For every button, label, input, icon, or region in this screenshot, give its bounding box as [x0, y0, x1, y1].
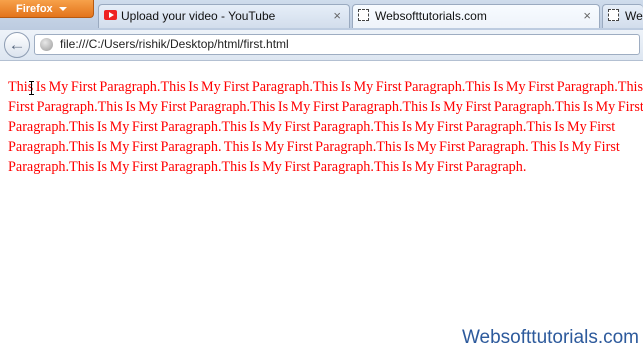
tab-websofttutorials[interactable]: Websofttutorials.com ×	[352, 4, 600, 28]
tab-strip: Firefox Upload your video - YouTube × We…	[0, 0, 643, 31]
navigation-bar: ← file:///C:/Users/rishik/Desktop/html/f…	[0, 30, 643, 61]
tab-youtube[interactable]: Upload your video - YouTube ×	[98, 4, 350, 28]
watermark: Websofttutorials.com	[461, 327, 639, 348]
back-arrow-icon: ←	[8, 35, 26, 54]
close-icon[interactable]: ×	[333, 5, 341, 27]
close-icon[interactable]: ×	[583, 5, 591, 27]
chevron-down-icon	[58, 7, 67, 12]
page-content: This Is My First Paragraph.This Is My Fi…	[0, 61, 643, 360]
tab-title: Upload your video - YouTube	[121, 9, 276, 23]
address-bar[interactable]: file:///C:/Users/rishik/Desktop/html/fir…	[34, 34, 640, 55]
paragraph-text: This Is My First Paragraph.This Is My Fi…	[8, 79, 643, 175]
firefox-menu-label: Firefox	[16, 3, 53, 15]
tab-partial[interactable]: We	[602, 4, 643, 28]
text-cursor-icon	[29, 81, 34, 95]
tab-title: We	[625, 9, 643, 23]
globe-icon	[40, 38, 53, 51]
page-icon	[608, 9, 619, 21]
back-button[interactable]: ←	[4, 32, 30, 58]
firefox-menu-button[interactable]: Firefox	[0, 0, 94, 18]
youtube-icon	[104, 10, 117, 20]
url-text[interactable]: file:///C:/Users/rishik/Desktop/html/fir…	[60, 35, 289, 54]
tab-title: Websofttutorials.com	[375, 9, 487, 23]
page-icon	[358, 9, 369, 21]
